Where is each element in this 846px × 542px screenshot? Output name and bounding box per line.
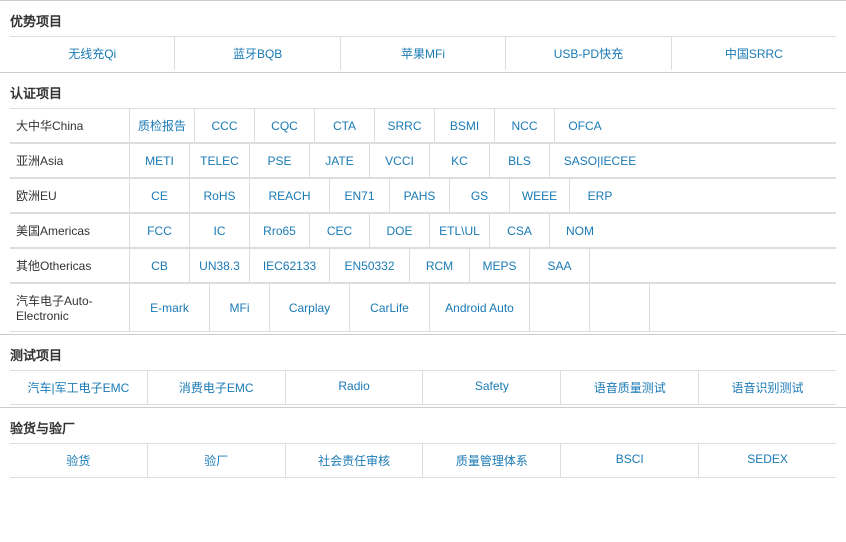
verify-item-2[interactable]: 社会责任审核 bbox=[286, 444, 424, 477]
certification-section: 认证项目 大中华China 质检报告 CCC CQC CTA SRRC BSMI… bbox=[0, 72, 846, 334]
advantage-item-2[interactable]: 苹果MFi bbox=[341, 37, 506, 70]
cert-cell-auto-5 bbox=[530, 284, 590, 331]
cert-label-americas: 美国Americas bbox=[10, 214, 130, 247]
cert-cell-other-7 bbox=[590, 249, 650, 282]
verify-item-3[interactable]: 质量管理体系 bbox=[423, 444, 561, 477]
cert-label-other: 其他Othericas bbox=[10, 249, 130, 282]
verification-title: 验货与验厂 bbox=[10, 414, 836, 443]
cert-row-other: 其他Othericas CB UN38.3 IEC62133 EN50332 R… bbox=[10, 248, 836, 283]
cert-cell-asia-6[interactable]: BLS bbox=[490, 144, 550, 177]
cert-cells-auto: E-mark MFi Carplay CarLife Android Auto bbox=[130, 284, 836, 331]
cert-cell-china-3[interactable]: CTA bbox=[315, 109, 375, 142]
cert-row-auto: 汽车电子Auto-Electronic E-mark MFi Carplay C… bbox=[10, 283, 836, 332]
cert-row-asia: 亚洲Asia METI TELEC PSE JATE VCCI KC BLS S… bbox=[10, 143, 836, 178]
test-item-3[interactable]: Safety bbox=[423, 371, 561, 404]
cert-cell-eu-2[interactable]: REACH bbox=[250, 179, 330, 212]
cert-cell-china-0[interactable]: 质检报告 bbox=[130, 109, 195, 142]
cert-cell-americas-0[interactable]: FCC bbox=[130, 214, 190, 247]
cert-cell-other-2[interactable]: IEC62133 bbox=[250, 249, 330, 282]
cert-cell-china-5[interactable]: BSMI bbox=[435, 109, 495, 142]
cert-cell-china-7[interactable]: OFCA bbox=[555, 109, 615, 142]
testing-section: 测试项目 汽车|军工电子EMC 消费电子EMC Radio Safety 语音质… bbox=[0, 334, 846, 407]
test-item-5[interactable]: 语音识别测试 bbox=[699, 371, 836, 404]
verification-section: 验货与验厂 验货 验厂 社会责任审核 质量管理体系 BSCI SEDEX bbox=[0, 407, 846, 480]
cert-cell-eu-0[interactable]: CE bbox=[130, 179, 190, 212]
test-item-1[interactable]: 消费电子EMC bbox=[148, 371, 286, 404]
cert-cell-china-6[interactable]: NCC bbox=[495, 109, 555, 142]
cert-cell-eu-1[interactable]: RoHS bbox=[190, 179, 250, 212]
cert-cell-americas-2[interactable]: Rro65 bbox=[250, 214, 310, 247]
cert-cell-americas-6[interactable]: CSA bbox=[490, 214, 550, 247]
cert-cell-other-6[interactable]: SAA bbox=[530, 249, 590, 282]
test-item-4[interactable]: 语音质量测试 bbox=[561, 371, 699, 404]
cert-cells-eu: CE RoHS REACH EN71 PAHS GS WEEE ERP bbox=[130, 179, 836, 212]
cert-cell-auto-7 bbox=[650, 284, 710, 331]
advantage-row: 无线充Qi 蓝牙BQB 苹果MFi USB-PD快充 中国SRRC bbox=[10, 36, 836, 70]
cert-cell-asia-5[interactable]: KC bbox=[430, 144, 490, 177]
cert-cells-other: CB UN38.3 IEC62133 EN50332 RCM MEPS SAA bbox=[130, 249, 836, 282]
cert-cell-asia-7[interactable]: SASO|IECEE bbox=[550, 144, 650, 177]
cert-label-eu: 欧洲EU bbox=[10, 179, 130, 212]
cert-cell-other-5[interactable]: MEPS bbox=[470, 249, 530, 282]
cert-cell-asia-2[interactable]: PSE bbox=[250, 144, 310, 177]
certification-title: 认证项目 bbox=[10, 79, 836, 108]
cert-label-china: 大中华China bbox=[10, 109, 130, 142]
test-item-2[interactable]: Radio bbox=[286, 371, 424, 404]
cert-cell-auto-6 bbox=[590, 284, 650, 331]
cert-cell-americas-1[interactable]: IC bbox=[190, 214, 250, 247]
cert-cell-eu-5[interactable]: GS bbox=[450, 179, 510, 212]
cert-cell-auto-2[interactable]: Carplay bbox=[270, 284, 350, 331]
cert-cell-asia-0[interactable]: METI bbox=[130, 144, 190, 177]
cert-cell-asia-3[interactable]: JATE bbox=[310, 144, 370, 177]
cert-cell-eu-6[interactable]: WEEE bbox=[510, 179, 570, 212]
cert-cell-other-3[interactable]: EN50332 bbox=[330, 249, 410, 282]
cert-cell-americas-4[interactable]: DOE bbox=[370, 214, 430, 247]
cert-cell-eu-7[interactable]: ERP bbox=[570, 179, 630, 212]
test-item-0[interactable]: 汽车|军工电子EMC bbox=[10, 371, 148, 404]
verify-item-5[interactable]: SEDEX bbox=[699, 444, 836, 477]
cert-cell-eu-3[interactable]: EN71 bbox=[330, 179, 390, 212]
cert-row-china: 大中华China 质检报告 CCC CQC CTA SRRC BSMI NCC … bbox=[10, 108, 836, 143]
cert-label-asia: 亚洲Asia bbox=[10, 144, 130, 177]
testing-title: 测试项目 bbox=[10, 341, 836, 370]
advantage-item-4[interactable]: 中国SRRC bbox=[672, 37, 836, 70]
cert-cell-asia-4[interactable]: VCCI bbox=[370, 144, 430, 177]
advantage-item-0[interactable]: 无线充Qi bbox=[10, 37, 175, 70]
advantage-title: 优势项目 bbox=[10, 7, 836, 36]
verify-item-1[interactable]: 验厂 bbox=[148, 444, 286, 477]
verify-item-4[interactable]: BSCI bbox=[561, 444, 699, 477]
cert-cell-china-1[interactable]: CCC bbox=[195, 109, 255, 142]
cert-cell-auto-0[interactable]: E-mark bbox=[130, 284, 210, 331]
cert-cells-americas: FCC IC Rro65 CEC DOE ETL\UL CSA NOM bbox=[130, 214, 836, 247]
cert-cell-auto-4[interactable]: Android Auto bbox=[430, 284, 530, 331]
cert-cell-americas-3[interactable]: CEC bbox=[310, 214, 370, 247]
advantage-item-1[interactable]: 蓝牙BQB bbox=[175, 37, 340, 70]
cert-cells-china: 质检报告 CCC CQC CTA SRRC BSMI NCC OFCA bbox=[130, 109, 836, 142]
advantage-section: 优势项目 无线充Qi 蓝牙BQB 苹果MFi USB-PD快充 中国SRRC bbox=[0, 0, 846, 72]
cert-cell-auto-1[interactable]: MFi bbox=[210, 284, 270, 331]
cert-cell-auto-3[interactable]: CarLife bbox=[350, 284, 430, 331]
testing-row: 汽车|军工电子EMC 消费电子EMC Radio Safety 语音质量测试 语… bbox=[10, 370, 836, 405]
cert-cell-other-1[interactable]: UN38.3 bbox=[190, 249, 250, 282]
cert-cell-americas-7[interactable]: NOM bbox=[550, 214, 610, 247]
cert-cells-asia: METI TELEC PSE JATE VCCI KC BLS SASO|IEC… bbox=[130, 144, 836, 177]
verification-row: 验货 验厂 社会责任审核 质量管理体系 BSCI SEDEX bbox=[10, 443, 836, 478]
advantage-item-3[interactable]: USB-PD快充 bbox=[506, 37, 671, 70]
cert-cell-china-4[interactable]: SRRC bbox=[375, 109, 435, 142]
cert-cell-other-0[interactable]: CB bbox=[130, 249, 190, 282]
cert-cell-asia-1[interactable]: TELEC bbox=[190, 144, 250, 177]
cert-cell-eu-4[interactable]: PAHS bbox=[390, 179, 450, 212]
verify-item-0[interactable]: 验货 bbox=[10, 444, 148, 477]
cert-cell-other-4[interactable]: RCM bbox=[410, 249, 470, 282]
cert-row-americas: 美国Americas FCC IC Rro65 CEC DOE ETL\UL C… bbox=[10, 213, 836, 248]
cert-cell-china-2[interactable]: CQC bbox=[255, 109, 315, 142]
cert-label-auto: 汽车电子Auto-Electronic bbox=[10, 284, 130, 331]
cert-cell-americas-5[interactable]: ETL\UL bbox=[430, 214, 490, 247]
cert-row-eu: 欧洲EU CE RoHS REACH EN71 PAHS GS WEEE ERP bbox=[10, 178, 836, 213]
